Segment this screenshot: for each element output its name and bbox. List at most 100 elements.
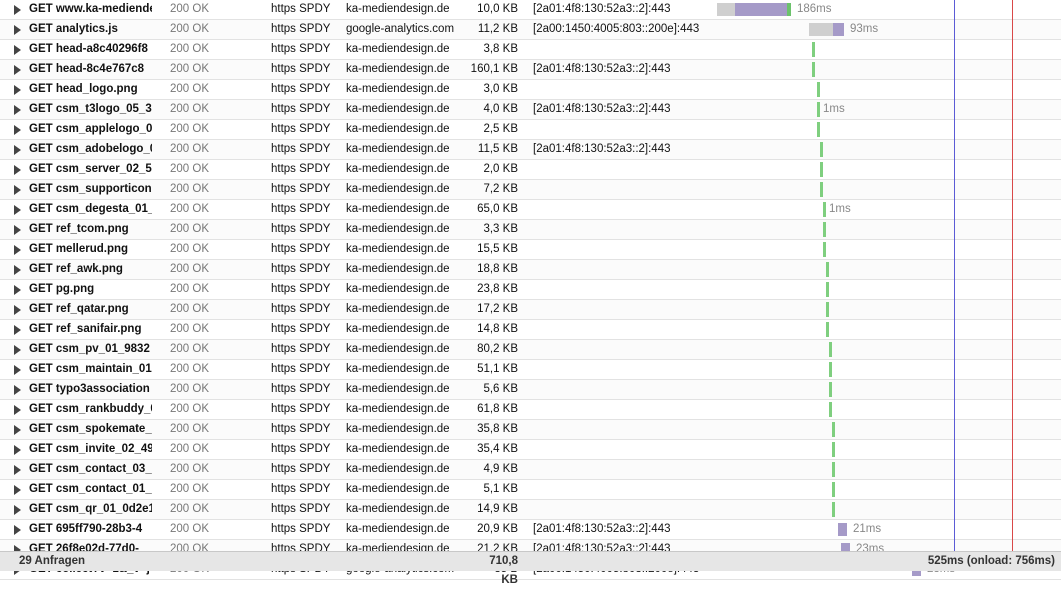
request-protocol: https SPDY xyxy=(271,43,331,55)
request-size: 80,2 KB xyxy=(477,343,518,355)
expand-triangle-icon[interactable] xyxy=(14,405,21,415)
request-size: 14,8 KB xyxy=(477,323,518,335)
expand-triangle-icon[interactable] xyxy=(14,65,21,75)
expand-triangle-icon[interactable] xyxy=(14,385,21,395)
request-protocol: https SPDY xyxy=(271,443,331,455)
expand-triangle-icon[interactable] xyxy=(14,185,21,195)
request-name: GET head-8c4e767c8 xyxy=(29,63,145,75)
timing-label: 1ms xyxy=(829,203,851,215)
request-row[interactable]: GET ref_qatar.png 200 OK https SPDY ka-medi… xyxy=(0,300,1061,320)
request-ip: [2a01:4f8:130:52a3::2]:443 xyxy=(533,143,671,155)
expand-triangle-icon[interactable] xyxy=(14,145,21,155)
request-row[interactable]: GET csm_maintain_01 200 OK https SPDY ka-me… xyxy=(0,360,1061,380)
timing-bar-recv xyxy=(820,142,823,157)
request-ip: [2a01:4f8:130:52a3::2]:443 xyxy=(533,63,671,75)
request-name: GET csm_spokemate_0 xyxy=(29,423,152,435)
request-row[interactable]: GET csm_applelogo_0 200 OK https SPDY ka-me… xyxy=(0,120,1061,140)
request-row[interactable]: GET 695ff790-28b3-4 200 OK https SPDY ka-me… xyxy=(0,520,1061,540)
expand-triangle-icon[interactable] xyxy=(14,25,21,35)
request-domain: ka-mediendesign.de xyxy=(346,163,450,175)
request-protocol: https SPDY xyxy=(271,423,331,435)
request-protocol: https SPDY xyxy=(271,323,331,335)
request-row[interactable]: GET csm_t3logo_05_3 200 OK https SPDY ka-me… xyxy=(0,100,1061,120)
request-row[interactable]: GET csm_qr_01_0d2e1 200 OK https SPDY ka-me… xyxy=(0,500,1061,520)
expand-triangle-icon[interactable] xyxy=(14,325,21,335)
request-status: 200 OK xyxy=(170,243,209,255)
request-status: 200 OK xyxy=(170,463,209,475)
request-protocol: https SPDY xyxy=(271,263,331,275)
request-row[interactable]: GET csm_contact_01_1 200 OK https SPDY ka-m… xyxy=(0,480,1061,500)
expand-triangle-icon[interactable] xyxy=(14,485,21,495)
timing-bar-recv xyxy=(823,202,826,217)
request-row[interactable]: GET head-a8c40296f8 200 OK https SPDY ka-me… xyxy=(0,40,1061,60)
request-row[interactable]: GET csm_adobelogo_0 200 OK https SPDY ka-me… xyxy=(0,140,1061,160)
request-row[interactable]: GET ref_awk.png 200 OK https SPDY ka-medien… xyxy=(0,260,1061,280)
timing-bar-recv xyxy=(817,122,820,137)
expand-triangle-icon[interactable] xyxy=(14,265,21,275)
expand-triangle-icon[interactable] xyxy=(14,165,21,175)
request-row[interactable]: GET head-8c4e767c8 200 OK https SPDY ka-med… xyxy=(0,60,1061,80)
expand-triangle-icon[interactable] xyxy=(14,125,21,135)
expand-triangle-icon[interactable] xyxy=(14,245,21,255)
timing-bar-recv xyxy=(820,162,823,177)
request-domain: ka-mediendesign.de xyxy=(346,463,450,475)
request-row[interactable]: GET pg.png 200 OK https SPDY ka-mediendesig… xyxy=(0,280,1061,300)
expand-triangle-icon[interactable] xyxy=(14,305,21,315)
expand-triangle-icon[interactable] xyxy=(14,205,21,215)
request-protocol: https SPDY xyxy=(271,523,331,535)
request-domain: ka-mediendesign.de xyxy=(346,403,450,415)
timing-bar-dns xyxy=(809,23,835,36)
expand-triangle-icon[interactable] xyxy=(14,85,21,95)
expand-triangle-icon[interactable] xyxy=(14,445,21,455)
expand-triangle-icon[interactable] xyxy=(14,525,21,535)
request-row[interactable]: GET csm_rankbuddy_0 200 OK https SPDY ka-me… xyxy=(0,400,1061,420)
request-status: 200 OK xyxy=(170,143,209,155)
request-row[interactable]: GET analytics.js 200 OK https SPDY google-a… xyxy=(0,20,1061,40)
expand-triangle-icon[interactable] xyxy=(14,5,21,15)
request-status: 200 OK xyxy=(170,63,209,75)
timing-label: 1ms xyxy=(823,103,845,115)
request-row[interactable]: GET ref_sanifair.png 200 OK https SPDY ka-m… xyxy=(0,320,1061,340)
request-row[interactable]: GET csm_pv_01_9832 200 OK https SPDY ka-med… xyxy=(0,340,1061,360)
request-domain: ka-mediendesign.de xyxy=(346,343,450,355)
expand-triangle-icon[interactable] xyxy=(14,45,21,55)
timing-label: 93ms xyxy=(850,23,879,35)
expand-triangle-icon[interactable] xyxy=(14,345,21,355)
request-row[interactable]: GET mellerud.png 200 OK https SPDY ka-medie… xyxy=(0,240,1061,260)
request-row[interactable]: GET csm_supporticon 200 OK https SPDY ka-me… xyxy=(0,180,1061,200)
request-row[interactable]: GET typo3association 200 OK https SPDY ka-m… xyxy=(0,380,1061,400)
request-row[interactable]: GET www.ka-mediendesign.de 200 OK https SP… xyxy=(0,0,1061,20)
request-domain: ka-mediendesign.de xyxy=(346,523,450,535)
request-status: 200 OK xyxy=(170,3,209,15)
expand-triangle-icon[interactable] xyxy=(14,225,21,235)
request-size: 5,6 KB xyxy=(483,383,518,395)
request-status: 200 OK xyxy=(170,163,209,175)
timing-bar-recv xyxy=(817,102,820,117)
request-row[interactable]: GET csm_invite_02_49 200 OK https SPDY ka-m… xyxy=(0,440,1061,460)
request-row[interactable]: GET csm_degesta_01_ 200 OK https SPDY ka-me… xyxy=(0,200,1061,220)
request-row[interactable]: GET csm_contact_03_0 200 OK https SPDY ka-m… xyxy=(0,460,1061,480)
request-status: 200 OK xyxy=(170,283,209,295)
request-domain: ka-mediendesign.de xyxy=(346,423,450,435)
expand-triangle-icon[interactable] xyxy=(14,465,21,475)
timing-bar-recv xyxy=(812,42,815,57)
expand-triangle-icon[interactable] xyxy=(14,365,21,375)
timing-bar-wait xyxy=(735,3,787,16)
request-row[interactable]: GET csm_server_02_5 200 OK https SPDY ka-me… xyxy=(0,160,1061,180)
request-size: 65,0 KB xyxy=(477,203,518,215)
expand-triangle-icon[interactable] xyxy=(14,505,21,515)
request-size: 23,8 KB xyxy=(477,283,518,295)
request-name: GET typo3association xyxy=(29,383,150,395)
expand-triangle-icon[interactable] xyxy=(14,285,21,295)
request-name: GET csm_server_02_5 xyxy=(29,163,152,175)
expand-triangle-icon[interactable] xyxy=(14,105,21,115)
expand-triangle-icon[interactable] xyxy=(14,425,21,435)
request-row[interactable]: GET csm_spokemate_0 200 OK https SPDY ka-me… xyxy=(0,420,1061,440)
request-row[interactable]: GET head_logo.png 200 OK https SPDY ka-medi… xyxy=(0,80,1061,100)
request-domain: ka-mediendesign.de xyxy=(346,323,450,335)
request-protocol: https SPDY xyxy=(271,83,331,95)
request-row[interactable]: GET ref_tcom.png 200 OK https SPDY ka-medie… xyxy=(0,220,1061,240)
timing-bar-recv xyxy=(832,442,835,457)
request-size: 11,5 KB xyxy=(477,143,518,155)
request-status: 200 OK xyxy=(170,203,209,215)
